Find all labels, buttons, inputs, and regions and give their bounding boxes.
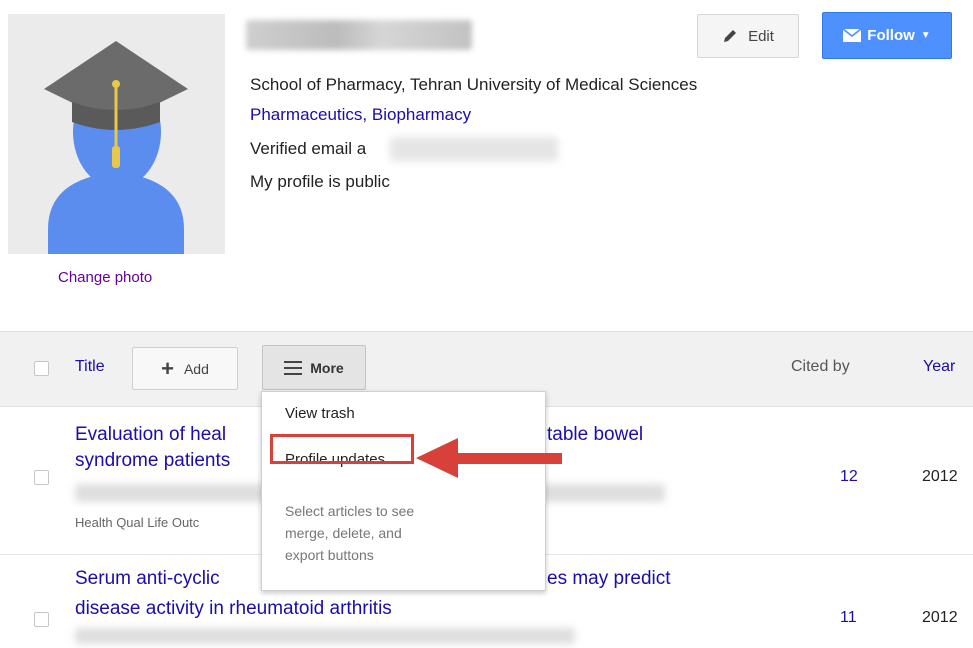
article-title-part[interactable]: Serum anti-cyclic [75,566,220,592]
menu-help-text: export buttons [285,547,374,563]
article-checkbox[interactable] [34,612,49,627]
article-title-part[interactable]: disease activity in rheumatoid arthritis [75,596,392,622]
change-photo-link[interactable]: Change photo [58,269,152,286]
verified-email-label: Verified email a [250,139,367,158]
arrow-left-icon [416,438,562,478]
pencil-icon [724,30,737,42]
plus-icon: + [161,355,174,381]
menu-lines-icon [284,360,303,375]
profile-visibility: My profile is public [250,172,390,191]
caret-down-icon: ▼ [920,30,931,41]
edit-button-label: Edit [748,27,774,45]
sort-by-year[interactable]: Year [923,358,955,376]
more-button[interactable]: More [262,345,366,390]
menu-item-view-trash[interactable]: View trash [285,405,355,422]
article-checkbox[interactable] [34,470,49,485]
email-redacted [390,137,558,161]
follow-button-label: Follow [867,27,915,44]
envelope-icon [843,29,862,42]
graduate-avatar-icon [44,41,188,254]
cited-by-header: Cited by [791,358,850,375]
add-button[interactable]: + Add [132,347,238,390]
follow-button[interactable]: Follow ▼ [822,12,952,59]
authors-redacted [75,628,575,644]
article-title-part[interactable]: syndrome patients [75,448,230,474]
article-year: 2012 [922,468,958,485]
profile-name-redacted [246,20,472,50]
article-year: 2012 [922,609,958,626]
highlight-annotation-box [270,434,414,464]
more-button-label: More [310,359,344,376]
cited-by-count[interactable]: 12 [840,468,858,486]
article-venue: Health Qual Life Outc [75,515,200,530]
profile-interests-link[interactable]: Pharmaceutics, Biopharmacy [250,105,471,125]
profile-photo [8,14,225,254]
edit-button[interactable]: Edit [697,14,799,58]
article-title-part[interactable]: Evaluation of heal [75,422,226,448]
add-button-label: Add [183,360,209,377]
select-all-checkbox[interactable] [34,361,49,376]
profile-affiliation: School of Pharmacy, Tehran University of… [250,75,698,94]
sort-by-title[interactable]: Title [75,358,105,376]
article-title-part[interactable]: es may predict [547,566,671,592]
cited-by-count[interactable]: 11 [840,609,857,627]
menu-help-text: Select articles to see [285,503,415,519]
menu-help-text: merge, delete, and [285,525,402,541]
